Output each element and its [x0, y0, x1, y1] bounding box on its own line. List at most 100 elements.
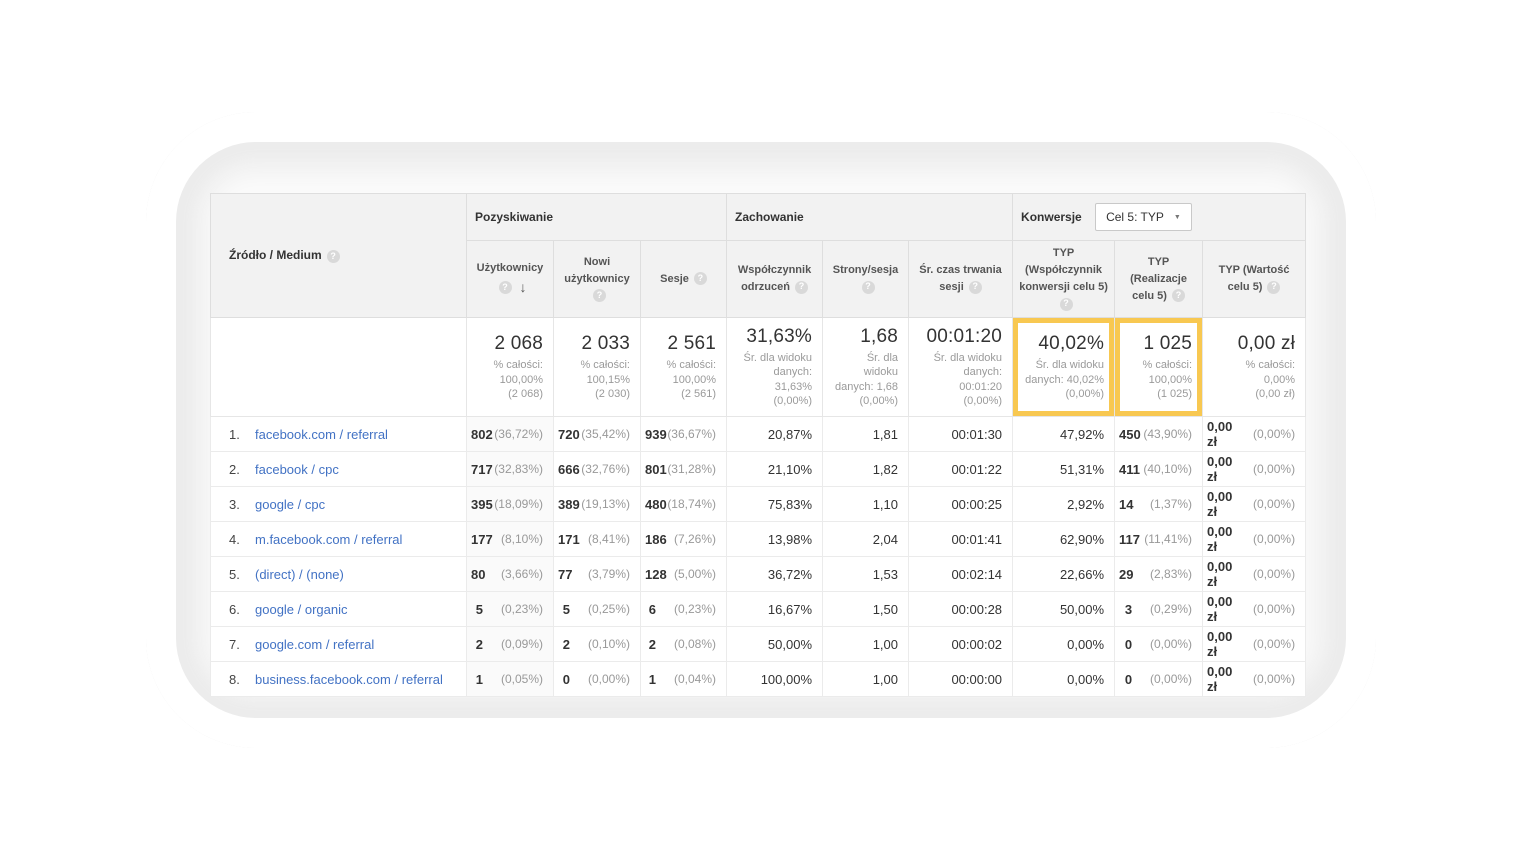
- metric-value: 5: [563, 602, 570, 617]
- source-link[interactable]: (direct) / (none): [255, 567, 344, 582]
- metric-percent: (0,23%): [656, 602, 716, 616]
- summary-cell-goal-value: 0,00 zł % całości: 0,00% (0,00 zł): [1203, 318, 1306, 417]
- help-icon[interactable]: ?: [593, 289, 606, 302]
- column-header-sessions[interactable]: Sesje?: [641, 241, 727, 318]
- source-link[interactable]: business.facebook.com / referral: [255, 672, 443, 687]
- metric-value: 1,82: [873, 462, 898, 477]
- summary-cell-goal-conversion-rate-highlighted: 40,02% Śr. dla widoku danych: 40,02% (0,…: [1013, 318, 1115, 417]
- column-header-new-users[interactable]: Nowi użytkownicy?: [554, 241, 641, 318]
- metric-value: 1,00: [873, 637, 898, 652]
- metric-value: 0: [563, 672, 570, 687]
- metric-value: 177: [471, 532, 493, 547]
- metric-value: 2,04: [873, 532, 898, 547]
- metric-cell: 0,00 zł(0,00%): [1203, 452, 1306, 487]
- metric-cell: 1,81: [823, 417, 909, 452]
- column-label: Sesje: [660, 273, 689, 285]
- metric-cell: 1,10: [823, 487, 909, 522]
- metric-value: 00:00:00: [951, 672, 1002, 687]
- source-cell: 2.facebook / cpc: [211, 452, 467, 487]
- column-label: Śr. czas trwania sesji: [919, 264, 1002, 293]
- help-icon[interactable]: ?: [327, 250, 340, 263]
- metric-value: 1: [649, 672, 656, 687]
- metric-cell: 450(43,90%): [1115, 417, 1203, 452]
- column-label: Strony/sesja: [833, 264, 898, 276]
- help-icon[interactable]: ?: [499, 281, 512, 294]
- source-link[interactable]: google.com / referral: [255, 637, 374, 652]
- help-icon[interactable]: ?: [694, 272, 707, 285]
- metric-value: 0,00 zł: [1207, 629, 1242, 659]
- source-cell: 5.(direct) / (none): [211, 557, 467, 592]
- help-icon[interactable]: ?: [969, 281, 982, 294]
- metric-value: 171: [558, 532, 580, 547]
- metric-value: 0: [1125, 637, 1132, 652]
- help-icon[interactable]: ?: [862, 281, 875, 294]
- metric-percent: (0,10%): [570, 637, 630, 651]
- metric-value: 00:01:41: [951, 532, 1002, 547]
- column-header-pages-session[interactable]: Strony/sesja?: [823, 241, 909, 318]
- table-row: 6.google / organic5(0,23%)5(0,25%)6(0,23…: [211, 592, 1306, 627]
- metric-value: 128: [645, 567, 667, 582]
- metric-cell: 0,00%: [1013, 627, 1115, 662]
- summary-row: 2 068 % całości: 100,00% (2 068) 2 033 %…: [211, 318, 1306, 417]
- summary-empty-cell: [211, 318, 467, 417]
- metric-percent: (18,74%): [667, 497, 716, 511]
- source-cell: 3.google / cpc: [211, 487, 467, 522]
- metric-value: 0,00 zł: [1207, 524, 1242, 554]
- column-label: TYP (Współczynnik konwersji celu 5): [1019, 247, 1108, 293]
- source-link[interactable]: facebook / cpc: [255, 462, 339, 477]
- help-icon[interactable]: ?: [1060, 298, 1073, 311]
- help-icon[interactable]: ?: [795, 281, 808, 294]
- metric-percent: (11,41%): [1140, 532, 1192, 546]
- metric-percent: (43,90%): [1141, 427, 1192, 441]
- metric-value: 0,00 zł: [1207, 419, 1242, 449]
- metric-percent: (1,37%): [1134, 497, 1193, 511]
- help-icon[interactable]: ?: [1267, 281, 1280, 294]
- metric-cell: 6(0,23%): [641, 592, 727, 627]
- metric-percent: (32,76%): [580, 462, 630, 476]
- table-body: 2 068 % całości: 100,00% (2 068) 2 033 %…: [211, 318, 1306, 697]
- column-header-bounce-rate[interactable]: Współczynnik odrzuceń?: [727, 241, 823, 318]
- chevron-down-icon: ▼: [1174, 214, 1181, 221]
- metric-cell: 0(0,00%): [1115, 662, 1203, 697]
- help-icon[interactable]: ?: [1172, 289, 1185, 302]
- dimension-header[interactable]: Źródło / Medium?: [211, 194, 467, 318]
- metric-value: 100,00%: [761, 672, 812, 687]
- group-header-conversions: Konwersje Cel 5: TYP ▼: [1013, 194, 1306, 241]
- metric-cell: 2(0,10%): [554, 627, 641, 662]
- source-link[interactable]: m.facebook.com / referral: [255, 532, 402, 547]
- metric-percent: (0,08%): [656, 637, 716, 651]
- metric-cell: 62,90%: [1013, 522, 1115, 557]
- metric-cell: 1(0,04%): [641, 662, 727, 697]
- metric-percent: (40,10%): [1140, 462, 1192, 476]
- sort-descending-icon: ↓: [520, 279, 527, 295]
- metric-cell: 0,00 zł(0,00%): [1203, 417, 1306, 452]
- metric-percent: (35,42%): [580, 427, 630, 441]
- metric-value: 16,67%: [768, 602, 812, 617]
- row-number: 6.: [229, 602, 255, 617]
- source-cell: 1.facebook.com / referral: [211, 417, 467, 452]
- source-link[interactable]: google / organic: [255, 602, 348, 617]
- column-header-goal-conversion-rate[interactable]: TYP (Współczynnik konwersji celu 5)?: [1013, 241, 1115, 318]
- column-header-users[interactable]: Użytkownicy?↓: [467, 241, 554, 318]
- summary-cell-bounce-rate: 31,63% Śr. dla widoku danych: 31,63% (0,…: [727, 318, 823, 417]
- metric-value: 13,98%: [768, 532, 812, 547]
- metric-value: 0,00 zł: [1207, 594, 1242, 624]
- metric-cell: 5(0,23%): [467, 592, 554, 627]
- metric-cell: 00:01:22: [909, 452, 1013, 487]
- metric-value: 00:00:28: [951, 602, 1002, 617]
- metric-cell: 802(36,72%): [467, 417, 554, 452]
- metric-value: 0,00 zł: [1207, 454, 1242, 484]
- summary-cell-new-users: 2 033 % całości: 100,15% (2 030): [554, 318, 641, 417]
- metric-value: 939: [645, 427, 667, 442]
- column-header-goal-completions[interactable]: TYP (Realizacje celu 5)?: [1115, 241, 1203, 318]
- goal-selector-dropdown[interactable]: Cel 5: TYP ▼: [1095, 203, 1192, 231]
- source-link[interactable]: facebook.com / referral: [255, 427, 388, 442]
- metric-cell: 20,87%: [727, 417, 823, 452]
- metric-cell: 1,00: [823, 662, 909, 697]
- metric-percent: (0,00%): [1242, 602, 1295, 616]
- metric-cell: 480(18,74%): [641, 487, 727, 522]
- column-header-avg-session-duration[interactable]: Śr. czas trwania sesji?: [909, 241, 1013, 318]
- column-header-goal-value[interactable]: TYP (Wartość celu 5)?: [1203, 241, 1306, 318]
- source-link[interactable]: google / cpc: [255, 497, 325, 512]
- metric-cell: 00:00:25: [909, 487, 1013, 522]
